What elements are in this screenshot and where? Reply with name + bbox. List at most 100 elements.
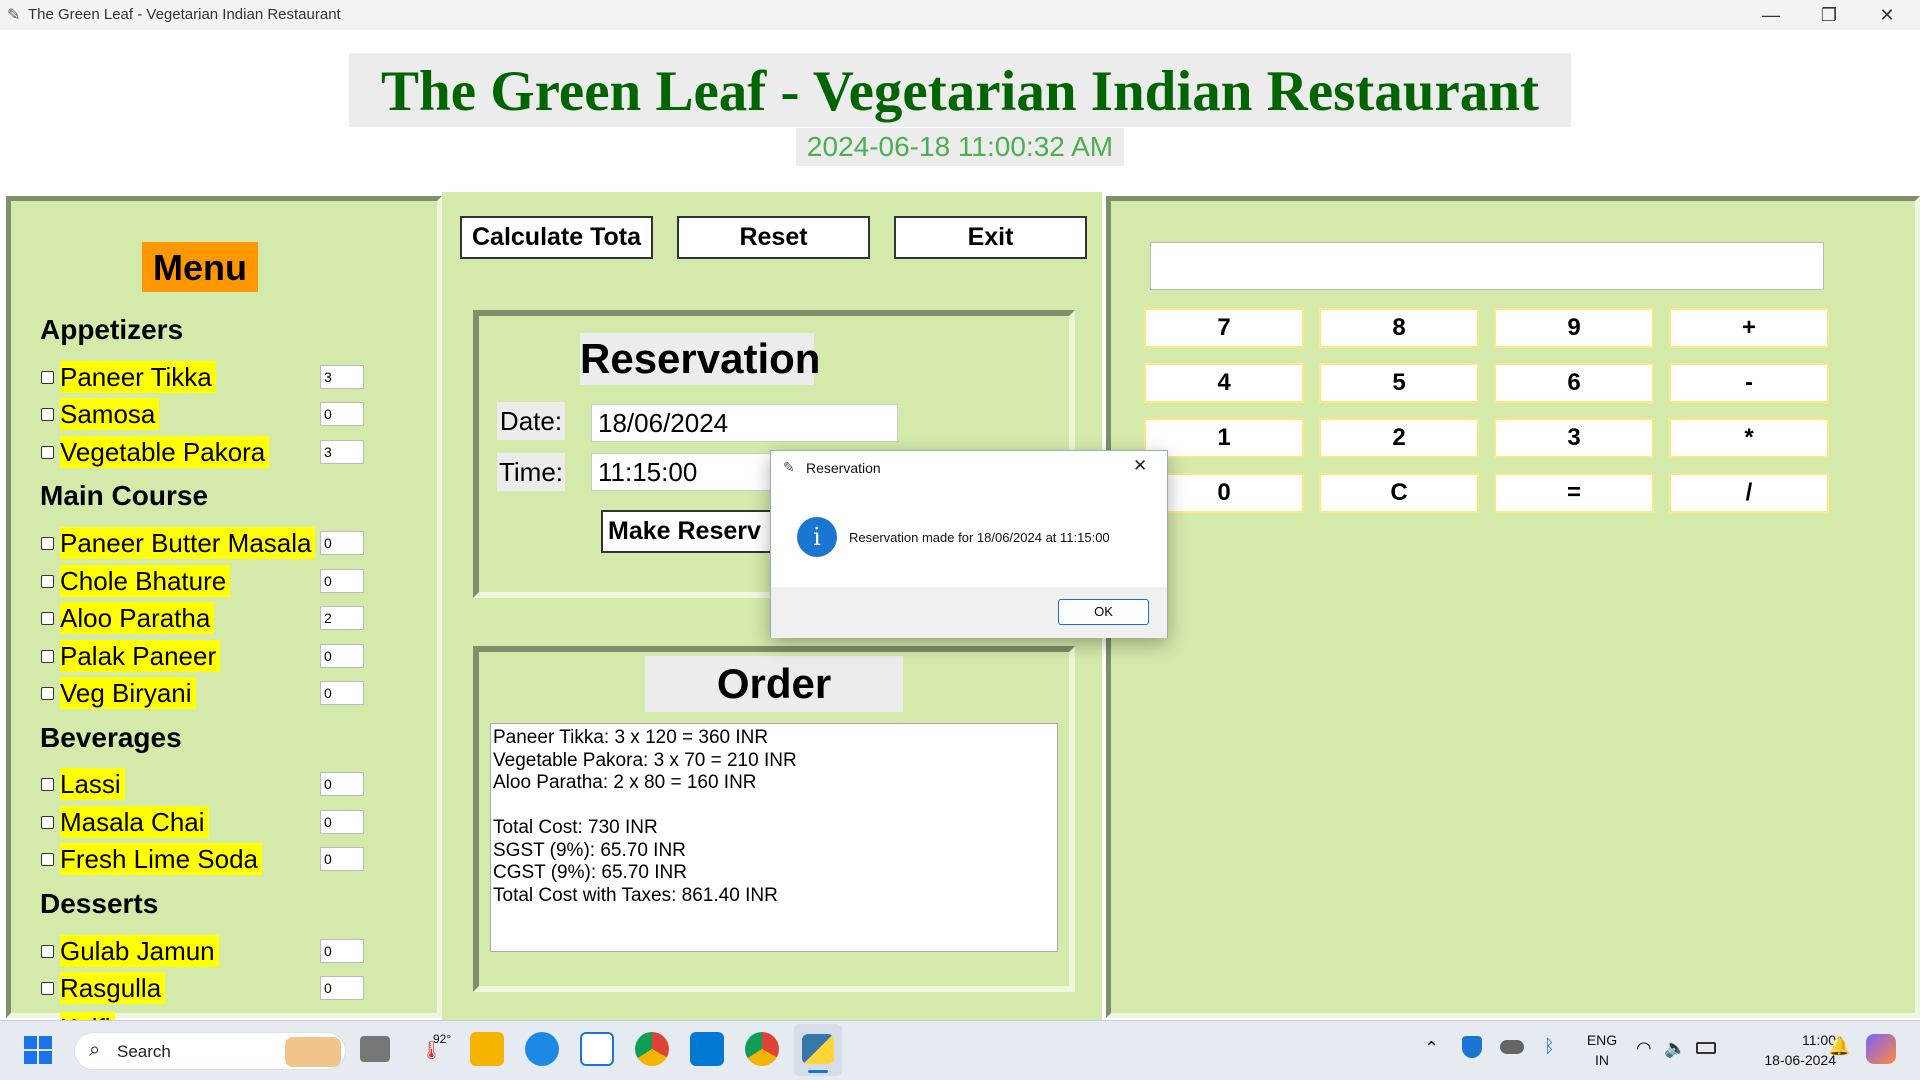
calc-key-0[interactable]: 0 <box>1144 473 1304 513</box>
volume-icon[interactable]: 🔈 <box>1664 1038 1686 1059</box>
python-app-active[interactable] <box>794 1024 842 1076</box>
item-label: Chole Bhature <box>60 565 231 597</box>
order-line: CGST (9%): 65.70 INR <box>493 862 687 883</box>
item-checkbox[interactable] <box>41 852 54 866</box>
calc-key-3[interactable]: 3 <box>1494 418 1654 458</box>
qty-input[interactable]: 0 <box>320 681 364 705</box>
order-details-text: Paneer Tikka: 3 x 120 = 360 INR Vegetabl… <box>490 723 1058 952</box>
qty-input[interactable]: 0 <box>320 772 364 796</box>
onedrive-icon[interactable] <box>1500 1040 1524 1054</box>
menu-item[interactable]: Masala Chai <box>36 806 209 838</box>
order-line: Vegetable Pakora: 3 x 70 = 210 INR <box>493 749 797 771</box>
menu-item[interactable]: Lassi <box>36 768 125 800</box>
calc-key-4[interactable]: 4 <box>1144 363 1304 403</box>
battery-icon[interactable] <box>1696 1042 1716 1054</box>
menu-item[interactable]: Vegetable Pakora <box>36 436 270 468</box>
item-label: Fresh Lime Soda <box>60 843 262 875</box>
calc-key-clear[interactable]: C <box>1319 473 1479 513</box>
task-view-icon[interactable] <box>360 1036 390 1062</box>
item-checkbox[interactable] <box>41 536 54 550</box>
wifi-icon[interactable]: ◠ <box>1636 1038 1652 1059</box>
calculate-total-button[interactable]: Calculate Tota <box>460 216 653 259</box>
current-datetime: 2024-06-18 11:00:32 AM <box>796 128 1124 166</box>
clock-time[interactable]: 11:00 <box>1766 1032 1836 1048</box>
menu-item[interactable]: Fresh Lime Soda <box>36 843 262 875</box>
item-checkbox[interactable] <box>41 370 54 384</box>
qty-input[interactable]: 3 <box>320 365 364 389</box>
qty-input[interactable]: 0 <box>320 939 364 963</box>
store-icon[interactable] <box>580 1032 614 1066</box>
item-checkbox[interactable] <box>41 777 54 791</box>
weather-widget[interactable]: 🌡 92° <box>420 1032 460 1066</box>
item-checkbox[interactable] <box>41 407 54 421</box>
ok-button[interactable]: OK <box>1058 599 1149 625</box>
item-checkbox[interactable] <box>41 981 54 995</box>
menu-item[interactable]: Gulab Jamun <box>36 935 219 967</box>
dialog-close-icon[interactable]: ✕ <box>1133 456 1147 476</box>
menu-item[interactable]: Paneer Tikka <box>36 361 216 393</box>
menu-item[interactable]: Chole Bhature <box>36 565 231 597</box>
calc-key-multiply[interactable]: * <box>1669 418 1829 458</box>
calc-key-7[interactable]: 7 <box>1144 308 1304 348</box>
vscode-icon[interactable] <box>690 1032 724 1066</box>
menu-item[interactable]: Aloo Paratha <box>36 602 215 634</box>
calc-key-equals[interactable]: = <box>1494 473 1654 513</box>
menu-item[interactable]: Paneer Butter Masala <box>36 527 316 559</box>
item-checkbox[interactable] <box>41 574 54 588</box>
qty-input[interactable]: 0 <box>320 644 364 668</box>
qty-input[interactable]: 0 <box>320 847 364 871</box>
restore-button[interactable]: ❐ <box>1800 0 1858 30</box>
menu-item[interactable]: Rasgulla <box>36 972 166 1004</box>
qty-input[interactable]: 0 <box>320 531 364 555</box>
menu-item[interactable]: Palak Paneer <box>36 640 221 672</box>
qty-input[interactable]: 3 <box>320 440 364 464</box>
lang-bottom[interactable]: IN <box>1584 1052 1620 1068</box>
calc-key-1[interactable]: 1 <box>1144 418 1304 458</box>
exit-button[interactable]: Exit <box>894 216 1087 259</box>
order-line: Total Cost: 730 INR <box>493 817 658 838</box>
item-checkbox[interactable] <box>41 611 54 625</box>
calc-key-6[interactable]: 6 <box>1494 363 1654 403</box>
order-line: Total Cost with Taxes: 861.40 INR <box>493 884 778 906</box>
item-checkbox[interactable] <box>41 649 54 663</box>
lang-top[interactable]: ENG <box>1584 1032 1620 1048</box>
taskbar-search[interactable]: ⌕ Search <box>74 1032 346 1070</box>
file-explorer-icon[interactable] <box>470 1032 504 1066</box>
order-line: Paneer Tikka: 3 x 120 = 360 INR <box>493 727 769 748</box>
qty-input[interactable]: 0 <box>320 402 364 426</box>
date-input[interactable]: 18/06/2024 <box>591 404 898 442</box>
edge-icon[interactable] <box>525 1032 559 1066</box>
qty-input[interactable]: 0 <box>320 976 364 1000</box>
windows-start-icon[interactable] <box>24 1036 52 1064</box>
calc-key-minus[interactable]: - <box>1669 363 1829 403</box>
date-label: Date: <box>497 402 565 440</box>
reset-button[interactable]: Reset <box>677 216 870 259</box>
defender-icon[interactable] <box>1462 1036 1482 1058</box>
calc-key-8[interactable]: 8 <box>1319 308 1479 348</box>
qty-input[interactable]: 2 <box>320 606 364 630</box>
qty-input[interactable]: 0 <box>320 569 364 593</box>
copilot-icon[interactable] <box>1866 1034 1896 1064</box>
calc-key-divide[interactable]: / <box>1669 473 1829 513</box>
item-checkbox[interactable] <box>41 815 54 829</box>
item-checkbox[interactable] <box>41 944 54 958</box>
menu-item[interactable]: Veg Biryani <box>36 677 196 709</box>
chevron-up-icon[interactable]: ⌃ <box>1424 1038 1439 1059</box>
calc-key-9[interactable]: 9 <box>1494 308 1654 348</box>
item-checkbox[interactable] <box>41 445 54 459</box>
item-label: Aloo Paratha <box>60 602 215 634</box>
notification-bell-icon[interactable]: 🔔 <box>1828 1036 1850 1057</box>
menu-item[interactable]: Samosa <box>36 398 160 430</box>
qty-input[interactable]: 0 <box>320 810 364 834</box>
item-checkbox[interactable] <box>41 686 54 700</box>
clock-date[interactable]: 18-06-2024 <box>1746 1052 1836 1068</box>
calc-key-plus[interactable]: + <box>1669 308 1829 348</box>
chrome-icon[interactable] <box>635 1032 669 1066</box>
calc-key-5[interactable]: 5 <box>1319 363 1479 403</box>
calc-key-2[interactable]: 2 <box>1319 418 1479 458</box>
calculator-display[interactable] <box>1150 242 1824 290</box>
minimize-button[interactable]: — <box>1742 0 1800 30</box>
close-window-button[interactable]: ✕ <box>1858 0 1916 30</box>
bluetooth-icon[interactable]: ᛒ <box>1544 1036 1555 1057</box>
chrome-profile-icon[interactable] <box>745 1032 779 1066</box>
